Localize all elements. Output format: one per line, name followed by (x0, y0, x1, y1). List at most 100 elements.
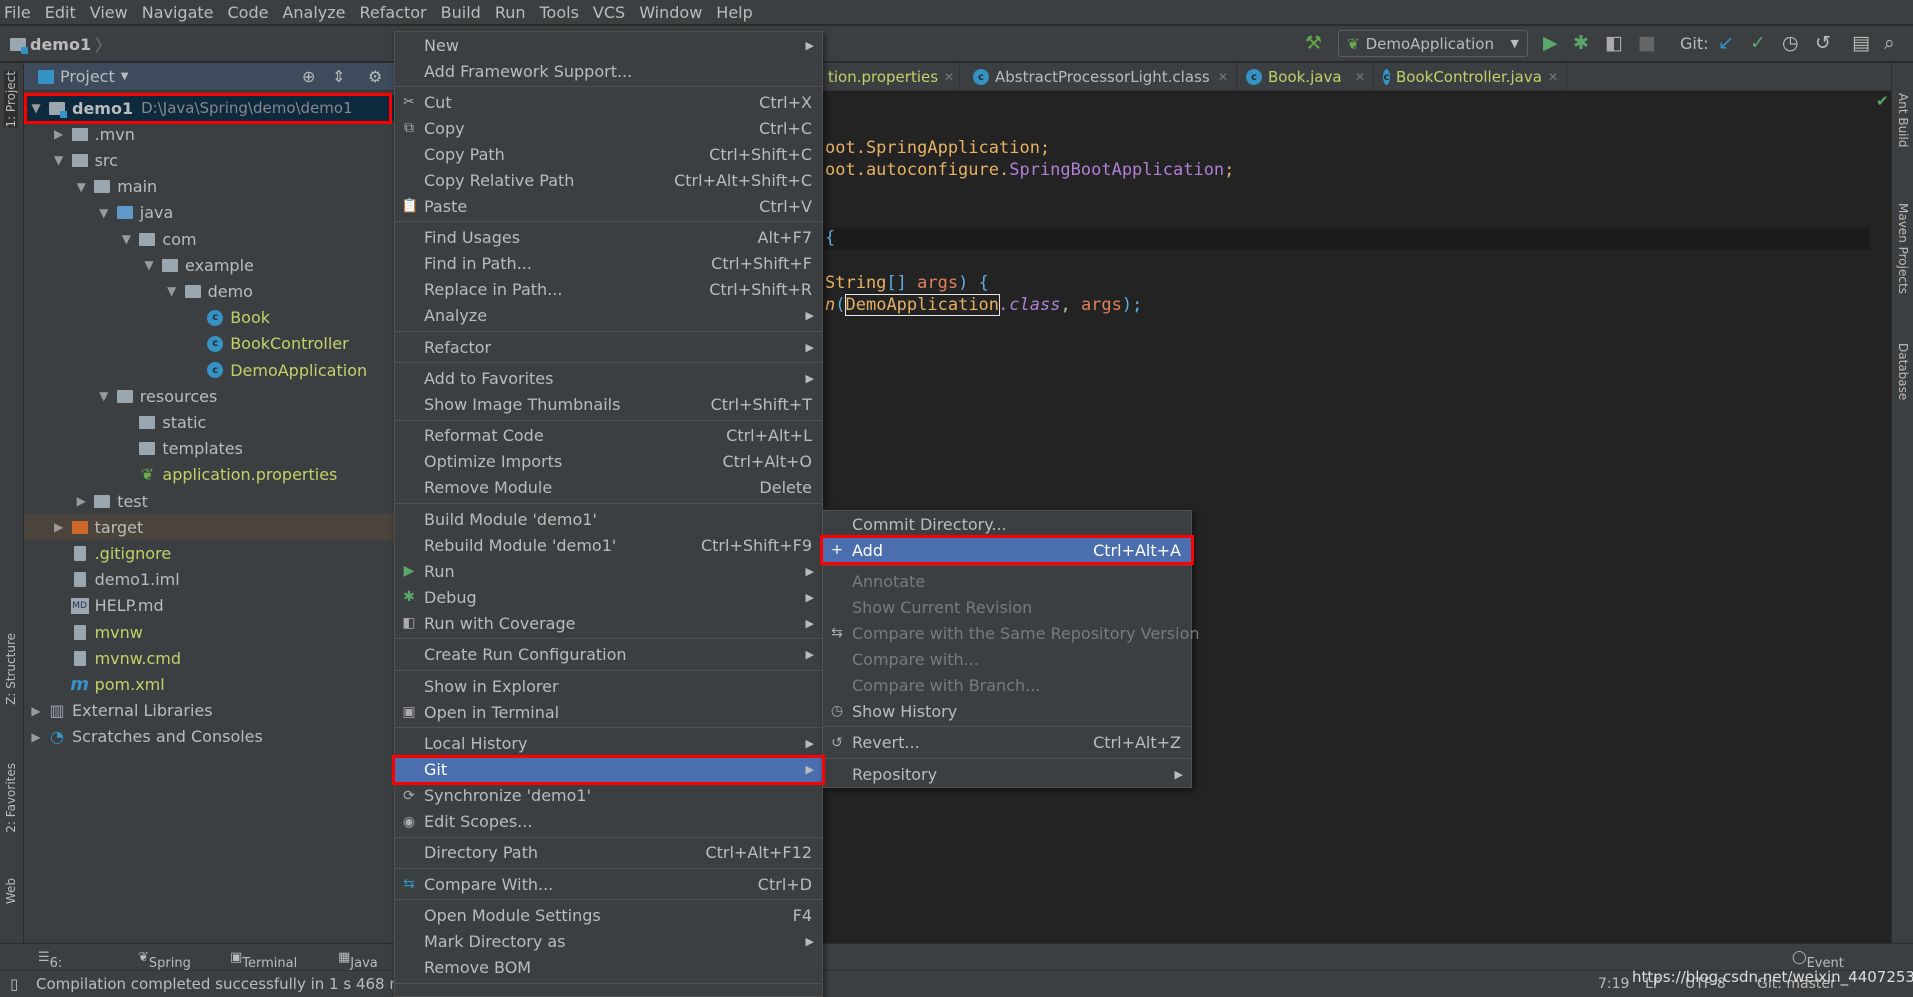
menu-item-analyze[interactable]: Analyze ▶ (395, 303, 822, 329)
menu-item-run-with-coverage[interactable]: ◧ Run with Coverage ▶ (395, 610, 822, 636)
search-icon[interactable]: ⌕ (1884, 32, 1895, 54)
tree-item[interactable]: MD HELP.md (24, 593, 395, 619)
tree-item[interactable]: ▼ example (24, 252, 395, 278)
menu-run[interactable]: Run (495, 3, 526, 22)
menu-item-remove-bom[interactable]: Remove BOM (395, 955, 822, 981)
coverage-icon[interactable]: ◧ (1605, 32, 1623, 54)
close-icon[interactable]: ✕ (944, 70, 954, 84)
expand-arrow-icon[interactable]: ▼ (96, 206, 112, 220)
menu-item-rebuild-module-demo1[interactable]: Rebuild Module 'demo1' Ctrl+Shift+F9 (395, 532, 822, 558)
menu-analyze[interactable]: Analyze (282, 3, 345, 22)
menu-item-cut[interactable]: ✂ Cut Ctrl+X (395, 89, 822, 115)
menu-vcs[interactable]: VCS (593, 3, 625, 22)
tree-item[interactable]: ▶ test (24, 488, 395, 514)
menu-item-show-in-explorer[interactable]: Show in Explorer (395, 673, 822, 699)
tree-item[interactable]: ❦ application.properties (24, 462, 395, 488)
menu-item-remove-module[interactable]: Remove Module Delete (395, 475, 822, 501)
tree-item[interactable]: ▼ demo (24, 278, 395, 304)
tree-item[interactable]: mvnw (24, 619, 395, 645)
debug-icon[interactable]: ✱ (1573, 32, 1589, 54)
menu-item-synchronize-demo1[interactable]: ⟳ Synchronize 'demo1' (395, 783, 822, 809)
revert-icon[interactable]: ↺ (1815, 32, 1831, 54)
git-commit-icon[interactable]: ✓ (1750, 32, 1766, 54)
expand-arrow-icon[interactable]: ▼ (96, 389, 112, 403)
menu-item-debug[interactable]: ✱ Debug ▶ (395, 584, 822, 610)
editor-tab[interactable]: c AbstractProcessorLight.class ✕ (965, 63, 1237, 91)
tree-item[interactable]: ▼ java (24, 200, 395, 226)
web-tool-button[interactable]: Web (4, 878, 18, 904)
tree-item[interactable]: mvnw.cmd (24, 645, 395, 671)
menu-item-copy-path[interactable]: Copy Path Ctrl+Shift+C (395, 141, 822, 167)
terminal-tool-button[interactable]: ▣ Terminal (230, 950, 297, 971)
menu-item-find-usages[interactable]: Find Usages Alt+F7 (395, 225, 822, 251)
tree-item[interactable]: c Book (24, 305, 395, 331)
maven-projects-tool-button[interactable]: Maven Projects (1896, 203, 1910, 294)
close-icon[interactable]: ✕ (1548, 70, 1558, 84)
close-icon[interactable]: ✕ (1355, 70, 1365, 84)
menu-item-reformat-code[interactable]: Reformat Code Ctrl+Alt+L (395, 423, 822, 449)
menu-item-find-in-path[interactable]: Find in Path... Ctrl+Shift+F (395, 251, 822, 277)
menu-item-paste[interactable]: 📋 Paste Ctrl+V (395, 193, 822, 219)
stop-icon[interactable]: ■ (1638, 32, 1656, 54)
expand-arrow-icon[interactable]: ▼ (118, 232, 134, 246)
collapse-arrow-icon[interactable]: ▶ (28, 704, 44, 718)
menu-item-copy[interactable]: ⧉ Copy Ctrl+C (395, 115, 822, 141)
menu-navigate[interactable]: Navigate (142, 3, 214, 22)
build-hammer-icon[interactable]: ⚒ (1305, 32, 1322, 54)
menu-item-directory-path[interactable]: Directory Path Ctrl+Alt+F12 (395, 840, 822, 866)
close-icon[interactable]: ✕ (1218, 70, 1228, 84)
menu-item-commit-directory[interactable]: Commit Directory... (823, 511, 1191, 537)
menu-item-open-in-terminal[interactable]: ▣ Open in Terminal (395, 699, 822, 725)
tree-item[interactable]: c BookController (24, 331, 395, 357)
menu-item-git[interactable]: Git ▶ (395, 756, 822, 783)
project-structure-icon[interactable]: ▤ (1852, 32, 1870, 54)
menu-item-revert[interactable]: ↺ Revert... Ctrl+Alt+Z (823, 730, 1191, 756)
chevron-down-icon[interactable]: ▼ (121, 71, 129, 82)
tree-item[interactable]: .gitignore (24, 540, 395, 566)
menu-tools[interactable]: Tools (540, 3, 579, 22)
menu-code[interactable]: Code (228, 3, 269, 22)
menu-item-optimize-imports[interactable]: Optimize Imports Ctrl+Alt+O (395, 449, 822, 475)
menu-window[interactable]: Window (639, 3, 702, 22)
menu-item-compare-with[interactable]: ⇆ Compare With... Ctrl+D (395, 871, 822, 897)
menu-item-mark-directory-as[interactable]: Mark Directory as ▶ (395, 929, 822, 955)
menu-item-build-module-demo1[interactable]: Build Module 'demo1' (395, 506, 822, 532)
expand-arrow-icon[interactable]: ▼ (141, 258, 157, 272)
menu-item-show-history[interactable]: ◷ Show History (823, 698, 1191, 724)
database-tool-button[interactable]: Database (1896, 343, 1910, 400)
menu-help[interactable]: Help (716, 3, 752, 22)
menu-item-open-module-settings[interactable]: Open Module Settings F4 (395, 903, 822, 929)
menu-item-repository[interactable]: Repository ▶ (823, 761, 1191, 787)
tree-item[interactable]: ▼ src (24, 147, 395, 173)
menu-item-add[interactable]: + Add Ctrl+Alt+A (823, 537, 1191, 563)
gear-icon[interactable]: ⚙ (368, 67, 382, 86)
menu-item-edit-scopes[interactable]: ◉ Edit Scopes... (395, 809, 822, 835)
menu-file[interactable]: File (4, 3, 31, 22)
run-icon[interactable]: ▶ (1543, 32, 1558, 54)
expand-arrow-icon[interactable]: ▼ (73, 180, 89, 194)
tree-item[interactable]: ▼ demo1 D:\Java\Spring\demo\demo1 (24, 95, 395, 121)
tree-item[interactable]: ▶ .mvn (24, 121, 395, 147)
editor-tab[interactable]: c Book.java ✕ (1238, 63, 1374, 91)
expand-arrow-icon[interactable]: ▼ (164, 284, 180, 298)
collapse-arrow-icon[interactable]: ▶ (28, 730, 44, 744)
expand-arrow-icon[interactable]: ▼ (28, 101, 44, 115)
favorites-tool-button[interactable]: 2: Favorites (4, 763, 18, 833)
menu-build[interactable]: Build (441, 3, 481, 22)
editor-tab[interactable]: c BookController.java ✕ (1375, 63, 1567, 91)
event-log-button[interactable]: ◯ Event Log (1792, 950, 1844, 986)
ant-build-tool-button[interactable]: Ant Build (1896, 93, 1910, 147)
menu-item-add-to-favorites[interactable]: Add to Favorites ▶ (395, 366, 822, 392)
history-icon[interactable]: ◷ (1782, 32, 1799, 54)
collapse-arrow-icon[interactable]: ▶ (51, 127, 67, 141)
tree-item[interactable]: c DemoApplication (24, 357, 395, 383)
menu-view[interactable]: View (90, 3, 128, 22)
locate-icon[interactable]: ⊕ (302, 67, 315, 86)
expand-arrow-icon[interactable]: ▼ (51, 153, 67, 167)
run-configuration-select[interactable]: ❦ DemoApplication ▼ (1338, 30, 1528, 57)
tree-item[interactable]: ▼ com (24, 226, 395, 252)
tree-item[interactable]: static (24, 409, 395, 435)
menu-item-replace-in-path[interactable]: Replace in Path... Ctrl+Shift+R (395, 277, 822, 303)
project-tool-button[interactable]: 1: Project (4, 71, 18, 128)
spring-tool-button[interactable]: ❦ Spring (138, 950, 191, 971)
